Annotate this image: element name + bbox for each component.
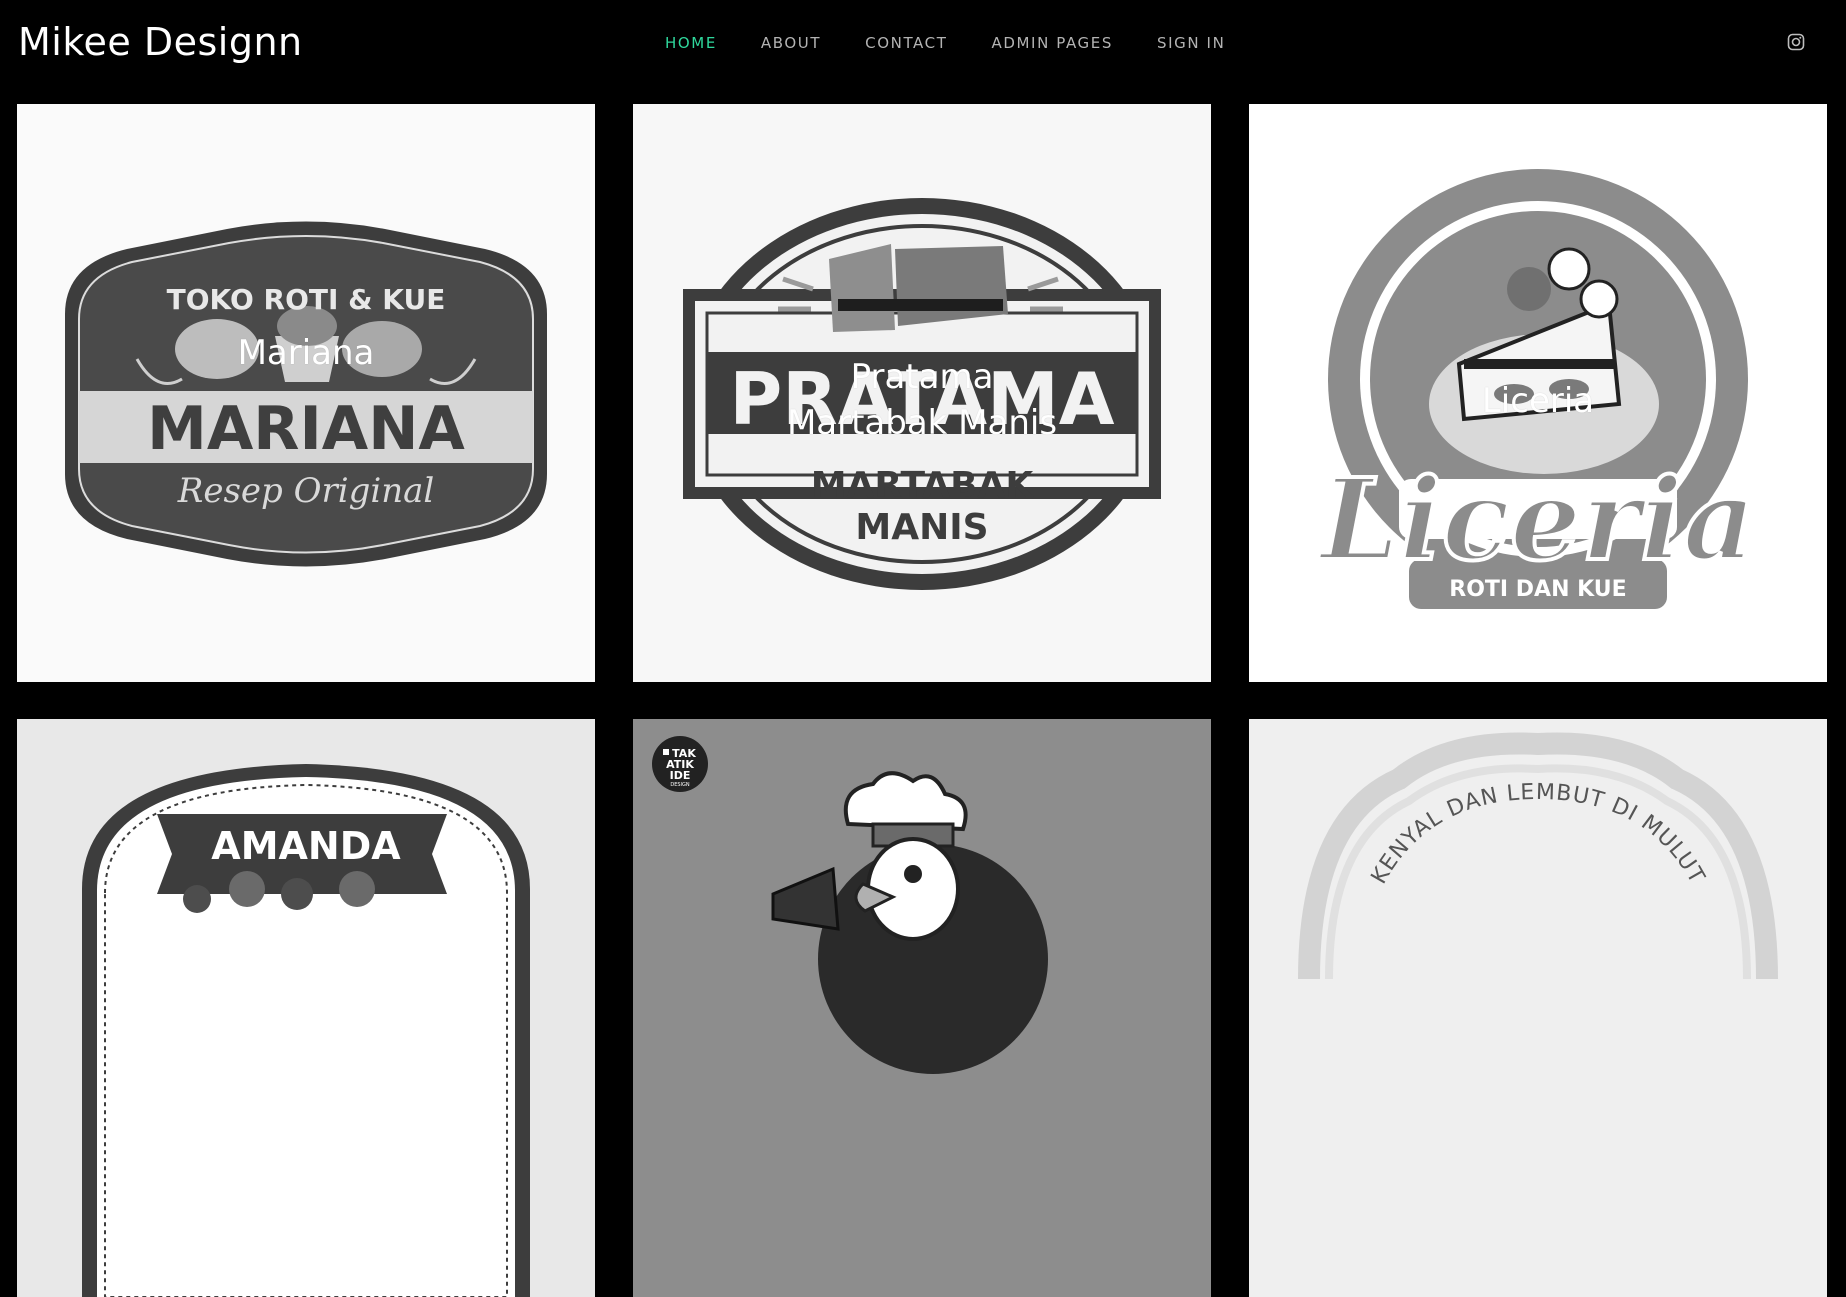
liceria-logo-name: Liceria bbox=[1318, 455, 1756, 586]
mariana-logo: TOKO ROTI & KUE MARIANA Resep Original bbox=[17, 104, 595, 682]
gallery-caption: Liceria bbox=[1481, 381, 1595, 421]
portfolio-gallery: TOKO ROTI & KUE MARIANA Resep Original M… bbox=[17, 104, 1829, 1297]
brand-logo-text[interactable]: Mikee Designn bbox=[18, 20, 303, 64]
gallery-item-kenyal[interactable]: KENYAL DAN LEMBUT DI MULUT bbox=[1249, 719, 1827, 1297]
pratama-logo-line1: MARTABAK bbox=[811, 465, 1035, 506]
main-nav: HOME ABOUT CONTACT ADMIN PAGES SIGN IN bbox=[665, 34, 1225, 52]
nav-home[interactable]: HOME bbox=[665, 34, 717, 52]
gallery-item-pratama[interactable]: PRATAMA MARTABAK MANIS Pratama Martabak … bbox=[633, 104, 1211, 682]
gallery-item-chicken-mascot[interactable]: TAK ATIK IDE DESIGN bbox=[633, 719, 1211, 1297]
amanda-logo-name: AMANDA bbox=[211, 824, 401, 868]
instagram-icon[interactable] bbox=[1787, 33, 1805, 51]
chicken-mascot-logo: TAK ATIK IDE DESIGN bbox=[633, 719, 1211, 1297]
gallery-caption-line2: Martabak Manis bbox=[786, 403, 1058, 443]
nav-sign-in[interactable]: SIGN IN bbox=[1157, 34, 1225, 52]
gallery-item-amanda[interactable]: AMANDA bbox=[17, 719, 595, 1297]
kenyal-logo: KENYAL DAN LEMBUT DI MULUT bbox=[1249, 719, 1827, 1297]
badge-line4: DESIGN bbox=[670, 782, 690, 788]
badge-line3: IDE bbox=[670, 769, 691, 782]
site-header: Mikee Designn HOME ABOUT CONTACT ADMIN P… bbox=[0, 0, 1846, 90]
nav-contact[interactable]: CONTACT bbox=[865, 34, 947, 52]
pratama-logo-line2: MANIS bbox=[855, 507, 988, 548]
gallery-caption-line1: Pratama bbox=[850, 357, 994, 397]
nav-about[interactable]: ABOUT bbox=[761, 34, 821, 52]
mariana-logo-bottom: Resep Original bbox=[177, 471, 435, 511]
liceria-logo-tagline: ROTI DAN KUE bbox=[1449, 577, 1626, 602]
amanda-logo: AMANDA bbox=[17, 719, 595, 1297]
mariana-logo-top: TOKO ROTI & KUE bbox=[167, 283, 446, 316]
gallery-item-liceria[interactable]: Liceria ROTI DAN KUE Liceria bbox=[1249, 104, 1827, 682]
gallery-item-mariana[interactable]: TOKO ROTI & KUE MARIANA Resep Original M… bbox=[17, 104, 595, 682]
nav-admin-pages[interactable]: ADMIN PAGES bbox=[992, 34, 1113, 52]
gallery-caption: Mariana bbox=[237, 333, 375, 373]
mariana-logo-name: MARIANA bbox=[147, 394, 465, 464]
